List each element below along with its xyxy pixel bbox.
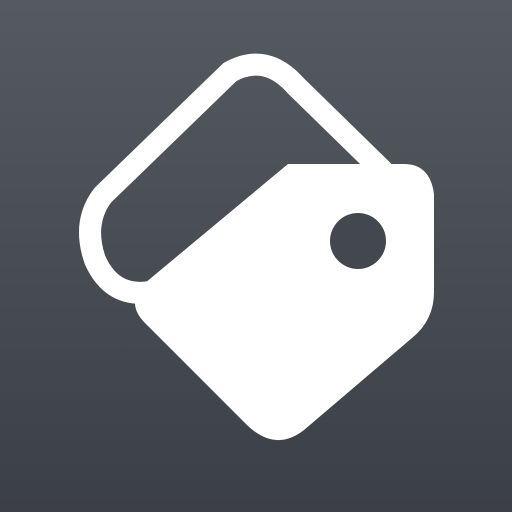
tag-hole <box>330 213 386 269</box>
front-tag-shape <box>135 164 434 441</box>
price-tag-icon <box>79 53 434 441</box>
app-icon[interactable] <box>0 0 512 512</box>
